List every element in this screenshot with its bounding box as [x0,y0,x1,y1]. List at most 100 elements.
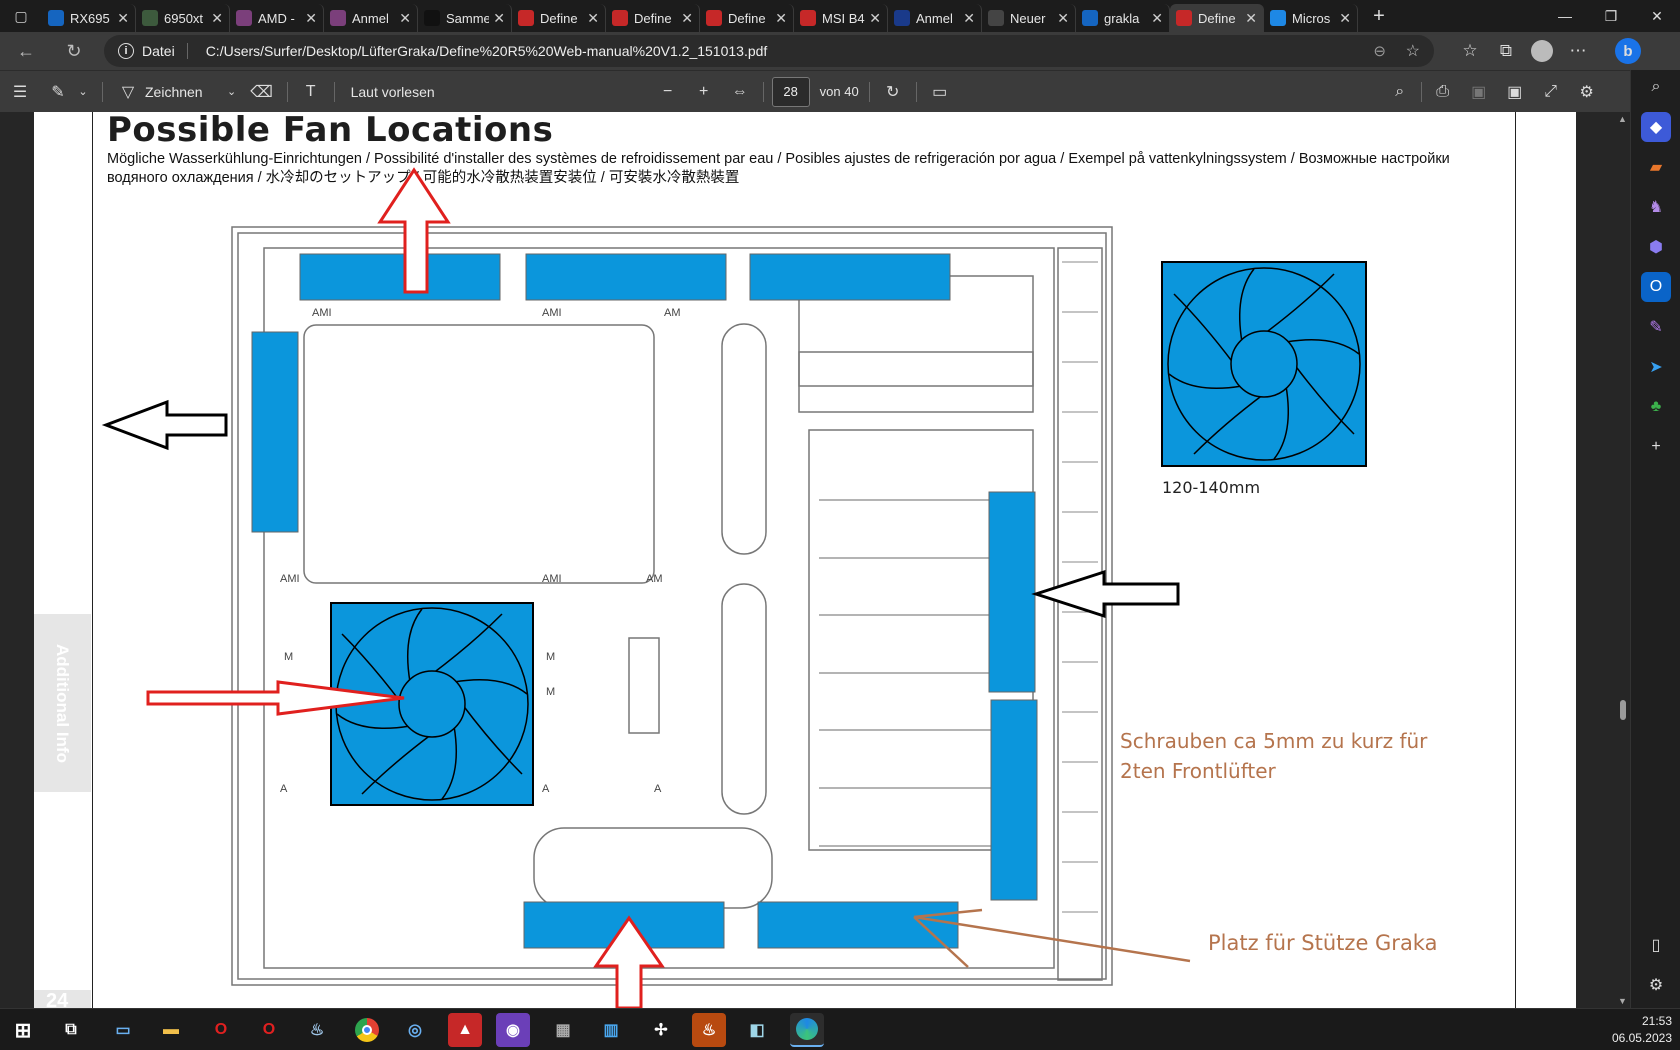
office-icon[interactable]: ⬢ [1641,232,1671,262]
tab[interactable]: Samme ✕ [418,4,512,32]
eraser-icon[interactable]: ⌫ [247,76,277,108]
tab-close-icon[interactable]: ✕ [775,10,787,27]
furmark-icon[interactable]: ♨ [692,1013,726,1047]
search-icon[interactable]: ⌕ [1641,72,1671,102]
new-tab-button[interactable]: + [1364,1,1394,31]
tab-close-icon[interactable]: ✕ [587,10,599,27]
tab[interactable]: Anmel ✕ [888,4,982,32]
save-as-icon[interactable]: ▣ [1500,76,1530,108]
proton-icon[interactable]: ◉ [496,1013,530,1047]
edge-icon[interactable] [790,1013,824,1047]
tab-close-icon[interactable]: ✕ [117,10,129,27]
tab[interactable]: Neuer ✕ [982,4,1076,32]
split-screen-icon[interactable]: ▯ [1641,930,1671,960]
sidebar-settings-icon[interactable]: ⚙ [1641,970,1671,1000]
games-icon[interactable]: ♞ [1641,192,1671,222]
taskview-icon[interactable]: ⧉ [54,1013,88,1047]
save-icon[interactable]: ▣ [1464,76,1494,108]
add-sidebar-icon[interactable]: + [1641,432,1671,462]
calculator-icon[interactable]: ▦ [546,1013,580,1047]
tab-close-icon[interactable]: ✕ [963,10,975,27]
designer-icon[interactable]: ✎ [1641,312,1671,342]
tab[interactable]: Anmel ✕ [324,4,418,32]
highlight-icon[interactable]: ✎ [40,76,76,108]
draw-dropdown-icon[interactable]: ⌄ [217,76,247,108]
tab[interactable]: MSI B4 ✕ [794,4,888,32]
tab-close-icon[interactable]: ✕ [211,10,223,27]
text-box-icon[interactable]: T [298,76,324,108]
back-icon[interactable]: ← [8,35,44,67]
scroll-thumb[interactable] [1620,700,1626,720]
tab-close-icon[interactable]: ✕ [399,10,411,27]
highlight-dropdown-icon[interactable]: ⌄ [76,76,90,108]
notepad-icon[interactable]: ◧ [740,1013,774,1047]
more-menu-icon[interactable]: ⋯ [1560,33,1596,69]
refresh-icon[interactable]: ↻ [56,35,92,67]
tab[interactable]: grakla ✕ [1076,4,1170,32]
zoom-out-icon[interactable]: − [653,76,683,108]
amd-icon[interactable]: ▲ [448,1013,482,1047]
collections-icon[interactable]: ⧉ [1488,33,1524,69]
scroll-down-icon[interactable]: ▼ [1618,996,1627,1006]
sound-mixer-icon[interactable]: ▥ [594,1013,628,1047]
chrome-icon[interactable] [350,1013,384,1047]
read-aloud-button[interactable]: Laut vorlesen [351,84,435,100]
rotate-icon[interactable]: ↻ [880,76,906,108]
fit-page-icon[interactable]: ⇔ [725,76,755,108]
tab-close-icon[interactable]: ✕ [493,10,505,27]
bing-chat-icon[interactable]: b [1610,33,1646,69]
contents-icon[interactable]: ☰ [0,76,40,108]
opera-icon[interactable]: O [204,1013,238,1047]
clock[interactable]: 21:53 06.05.2023 [1612,1013,1672,1047]
tab[interactable]: AMD - ✕ [230,4,324,32]
tab[interactable]: RX695 ✕ [42,4,136,32]
file-explorer-icon[interactable]: ▬ [154,1013,188,1047]
tab[interactable]: Define ✕ [606,4,700,32]
page-view-icon[interactable]: ▭ [927,76,953,108]
tab[interactable]: Define ✕ [512,4,606,32]
close-window-icon[interactable]: ✕ [1634,0,1680,32]
tab-close-icon[interactable]: ✕ [1339,10,1351,27]
restore-icon[interactable]: ❐ [1588,0,1634,32]
tab-close-icon[interactable]: ✕ [869,10,881,27]
find-icon[interactable]: ⌕ [1385,76,1415,108]
favorite-add-icon[interactable]: ☆ [1406,41,1420,61]
computer-icon[interactable]: ▭ [106,1013,140,1047]
tree-icon[interactable]: ♣ [1641,392,1671,422]
settings-icon[interactable]: ⚙ [1572,76,1602,108]
send-icon[interactable]: ➤ [1641,352,1671,382]
fullscreen-icon[interactable]: ⤢ [1536,76,1566,108]
url-text[interactable]: C:/Users/Surfer/Desktop/LüfterGraka/Defi… [206,43,768,59]
address-bar[interactable]: i Datei C:/Users/Surfer/Desktop/LüfterGr… [104,35,1434,67]
draw-icon[interactable]: ▽ [115,76,141,108]
zoom-in-icon[interactable]: + [689,76,719,108]
info-icon[interactable]: i [118,43,134,59]
tab-actions-icon[interactable]: ▢ [0,0,42,32]
tab[interactable]: Define ✕ [1170,4,1264,32]
tab[interactable]: Micros ✕ [1264,4,1358,32]
profile-avatar[interactable] [1524,33,1560,69]
tab-close-icon[interactable]: ✕ [1057,10,1069,27]
tools-icon[interactable]: ▰ [1641,152,1671,182]
tab[interactable]: Define ✕ [700,4,794,32]
scroll-up-icon[interactable]: ▲ [1618,114,1627,124]
steam-icon[interactable]: ♨ [300,1013,334,1047]
start-icon[interactable]: ⊞ [6,1013,40,1047]
page-number-input[interactable] [771,76,810,107]
zoom-icon[interactable]: ⊖ [1373,42,1386,60]
scrollbar[interactable]: ▲ ▼ [1616,112,1630,1008]
shopping-icon[interactable]: ◆ [1641,112,1671,142]
favorites-icon[interactable]: ☆ [1452,33,1488,69]
tab[interactable]: 6950xt ✕ [136,4,230,32]
opera-gx-icon[interactable]: O [252,1013,286,1047]
tab-close-icon[interactable]: ✕ [1245,10,1257,27]
tab-close-icon[interactable]: ✕ [681,10,693,27]
fan-control-icon[interactable]: ✢ [644,1013,678,1047]
draw-label[interactable]: Zeichnen [145,84,203,100]
ccleaner-icon[interactable]: ◎ [398,1013,432,1047]
print-icon[interactable]: ⎙ [1428,76,1458,108]
outlook-icon[interactable]: O [1641,272,1671,302]
tab-close-icon[interactable]: ✕ [1151,10,1163,27]
tab-close-icon[interactable]: ✕ [305,10,317,27]
pdf-viewer[interactable]: Additional Info 24 Possible Fan Location… [0,112,1616,1008]
